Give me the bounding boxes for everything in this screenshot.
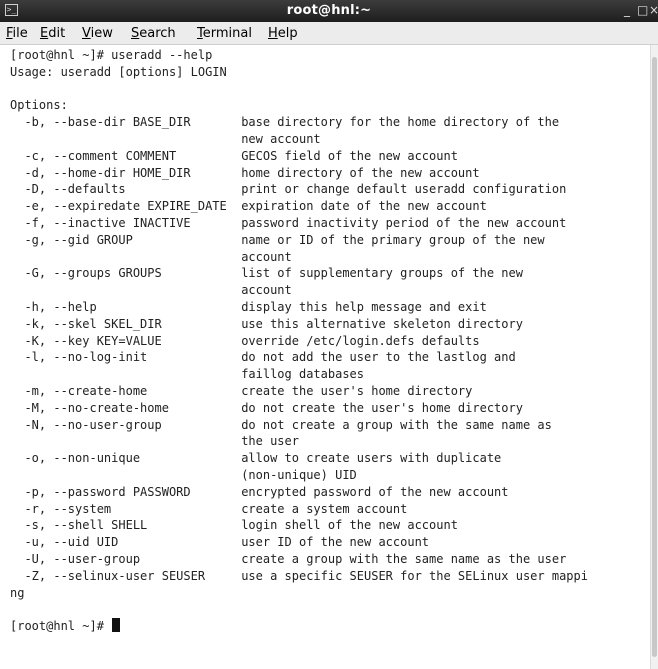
window-title: root@hnl:~ xyxy=(286,3,372,18)
terminal-line: -e, --expiredate EXPIRE_DATE expiration … xyxy=(10,199,487,214)
terminal-line: -o, --non-unique allow to create users w… xyxy=(10,451,502,466)
vertical-scrollbar[interactable] xyxy=(650,45,658,669)
terminal-line: -M, --no-create-home do not create the u… xyxy=(10,400,523,415)
menu-search-label: earch xyxy=(139,26,176,41)
terminal-line: account xyxy=(10,283,292,298)
menu-view-mnemonic: V xyxy=(82,26,91,41)
terminal-line: -l, --no-log-init do not add the user to… xyxy=(10,350,516,365)
terminal-line: -b, --base-dir BASE_DIR base directory f… xyxy=(10,115,560,130)
terminal-line: -m, --create-home create the user's home… xyxy=(10,383,473,398)
terminal-line: -p, --password PASSWORD encrypted passwo… xyxy=(10,484,509,499)
menu-help[interactable]: Help xyxy=(268,26,298,41)
menu-file-label: ile xyxy=(12,26,28,41)
terminal-line: faillog databases xyxy=(10,367,365,382)
menu-help-label: elp xyxy=(277,26,298,41)
terminal-line: the user xyxy=(10,434,299,449)
maximize-button[interactable]: □ xyxy=(637,3,648,17)
menu-terminal-label: erminal xyxy=(202,26,252,41)
minimize-button[interactable]: _ xyxy=(624,3,630,17)
terminal-line: -K, --key KEY=VALUE override /etc/login.… xyxy=(10,333,480,348)
text-cursor xyxy=(112,618,121,633)
terminal-line: -g, --gid GROUP name or ID of the primar… xyxy=(10,232,545,247)
menu-bar: File Edit View Search Terminal Help xyxy=(0,22,658,45)
terminal-line: -f, --inactive INACTIVE password inactiv… xyxy=(10,215,567,230)
menu-edit[interactable]: Edit xyxy=(40,26,65,41)
terminal-line: (non-unique) UID xyxy=(10,467,357,482)
menu-edit-label: dit xyxy=(48,26,66,41)
terminal-line: -h, --help display this help message and… xyxy=(10,299,487,314)
terminal-line: -Z, --selinux-user SEUSER use a specific… xyxy=(10,568,588,583)
terminal-output[interactable]: [root@hnl ~]# useradd --help Usage: user… xyxy=(0,45,650,669)
menu-file[interactable]: File xyxy=(6,26,28,41)
menu-view[interactable]: View xyxy=(82,26,113,41)
terminal-line: account xyxy=(10,249,292,264)
scrollbar-thumb[interactable] xyxy=(652,57,657,657)
terminal-line: -D, --defaults print or change default u… xyxy=(10,182,567,197)
terminal-line: -s, --shell SHELL login shell of the new… xyxy=(10,518,458,533)
terminal-line: -r, --system create a system account xyxy=(10,501,408,516)
terminal-line: -d, --home-dir HOME_DIR home directory o… xyxy=(10,165,480,180)
menu-search[interactable]: Search xyxy=(131,26,176,41)
terminal-line: Options: xyxy=(10,98,68,113)
menu-terminal[interactable]: Terminal xyxy=(197,26,252,41)
terminal-line: Usage: useradd [options] LOGIN xyxy=(10,64,227,79)
terminal-line: ng xyxy=(10,585,25,600)
terminal-line: [root@hnl ~]# useradd --help xyxy=(10,48,213,62)
terminal-line: -N, --no-user-group do not create a grou… xyxy=(10,417,552,432)
terminal-line: -c, --comment COMMENT GECOS field of the… xyxy=(10,148,458,163)
title-bar[interactable]: >_ root@hnl:~ _ □ × xyxy=(0,0,658,22)
terminal-line: -G, --groups GROUPS list of supplementar… xyxy=(10,266,523,281)
shell-prompt: [root@hnl ~]# xyxy=(10,619,112,634)
close-button[interactable]: × xyxy=(649,3,658,17)
terminal-line: -k, --skel SKEL_DIR use this alternative… xyxy=(10,316,523,331)
menu-help-mnemonic: H xyxy=(268,26,278,41)
menu-edit-mnemonic: E xyxy=(40,26,49,41)
terminal-line: -U, --user-group create a group with the… xyxy=(10,551,567,566)
menu-view-label: iew xyxy=(90,26,113,41)
prompt-line[interactable]: [root@hnl ~]# xyxy=(10,618,650,635)
terminal-line: -u, --uid UID user ID of the new account xyxy=(10,535,430,550)
terminal-line: new account xyxy=(10,131,321,146)
